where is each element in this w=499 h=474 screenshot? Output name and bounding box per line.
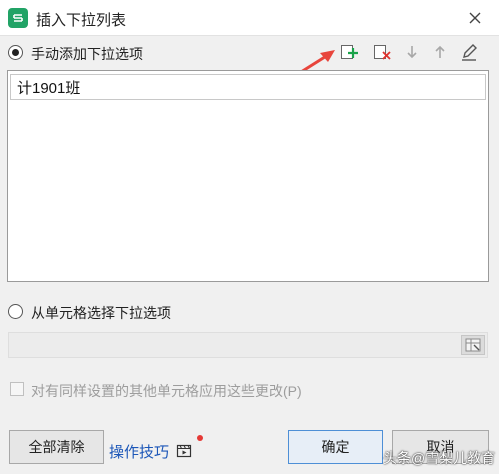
move-up-icon[interactable] bbox=[430, 42, 450, 62]
close-icon[interactable] bbox=[465, 8, 485, 28]
app-logo-icon bbox=[8, 8, 28, 28]
cell-range-input[interactable] bbox=[8, 332, 488, 358]
manual-options-label: 手动添加下拉选项 bbox=[31, 46, 143, 62]
watermark-text: 头条@雪梨儿教育 bbox=[383, 450, 496, 466]
option-edit-input[interactable] bbox=[10, 74, 486, 100]
cell-source-radio[interactable] bbox=[8, 304, 23, 319]
edit-icon[interactable] bbox=[459, 42, 479, 62]
add-item-icon[interactable] bbox=[339, 42, 359, 62]
dropdown-options-list[interactable] bbox=[7, 70, 489, 282]
cell-source-label: 从单元格选择下拉选项 bbox=[31, 305, 171, 321]
title-bar: 插入下拉列表 bbox=[0, 0, 499, 36]
tips-link[interactable]: 操作技巧 bbox=[109, 441, 169, 462]
manual-options-radio[interactable] bbox=[8, 45, 23, 60]
ok-button[interactable]: 确定 bbox=[288, 430, 383, 464]
clear-all-button[interactable]: 全部清除 bbox=[9, 430, 104, 464]
apply-to-same-label: 对有同样设置的其他单元格应用这些更改(P) bbox=[31, 383, 302, 399]
move-down-icon[interactable] bbox=[402, 42, 422, 62]
video-tips-icon[interactable] bbox=[176, 443, 192, 459]
range-select-icon[interactable] bbox=[461, 335, 485, 355]
apply-to-same-checkbox[interactable] bbox=[10, 382, 24, 396]
notification-dot bbox=[197, 435, 203, 441]
delete-item-icon[interactable] bbox=[372, 42, 392, 62]
dialog-title: 插入下拉列表 bbox=[36, 12, 127, 29]
